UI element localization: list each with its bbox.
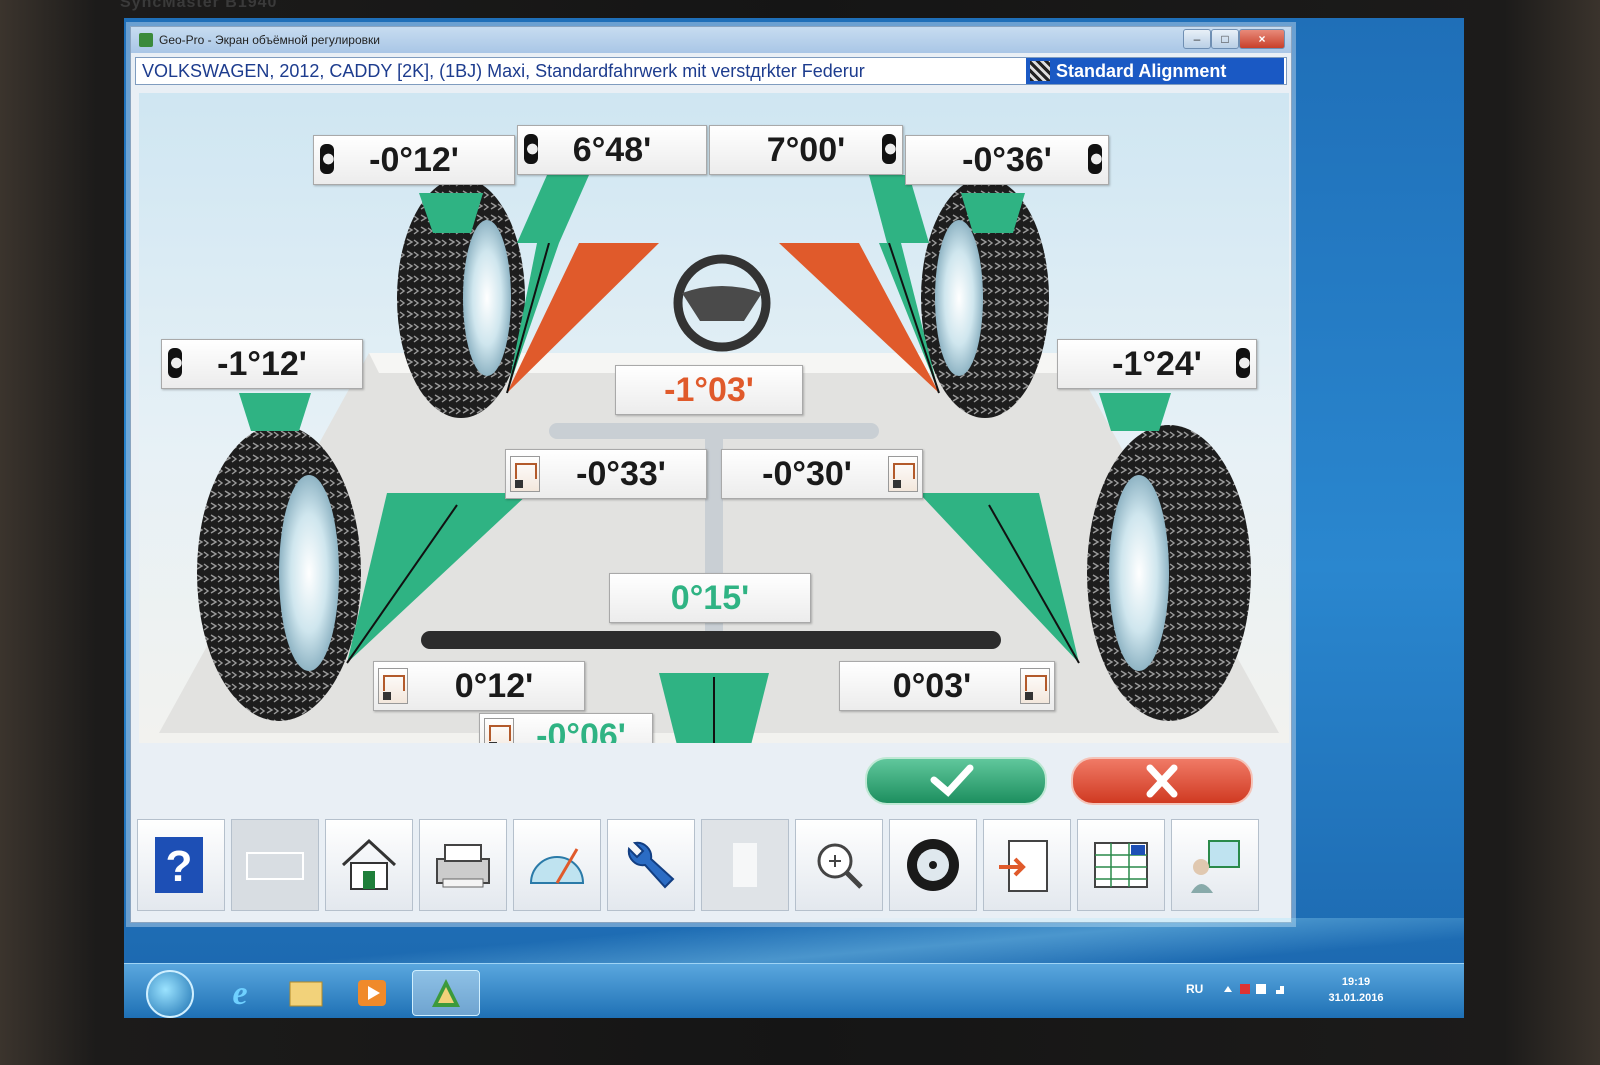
- clipboard-icon: [999, 840, 1048, 892]
- front-right-caster-indicator: [869, 175, 929, 243]
- adjustment-icon: [888, 456, 918, 492]
- disabled-icon: [733, 843, 757, 887]
- close-button[interactable]: ×: [1239, 29, 1285, 49]
- front-right-toe-box: -0°30': [721, 449, 923, 499]
- zoom-icon: [817, 843, 863, 889]
- rear-left-toe-box: 0°12': [373, 661, 585, 711]
- app-icon: [139, 33, 153, 47]
- adjustment-icon: [378, 668, 408, 704]
- minimize-button[interactable]: –: [1183, 29, 1211, 49]
- media-player-icon: [358, 980, 386, 1006]
- taskbar-ie-button[interactable]: e: [212, 970, 268, 1014]
- vehicle-description: VOLKSWAGEN, 2012, CADDY [2K], (1BJ) Maxi…: [142, 61, 865, 81]
- front-right-camber-box: -0°36': [905, 135, 1109, 185]
- wheel-icon: [907, 839, 959, 891]
- monitor-bezel: SyncMaster B1940 Geo-Pro - Экран объёмно…: [0, 0, 1600, 1065]
- steering-wheel-icon: [673, 254, 771, 352]
- thrust-icon: [484, 718, 514, 743]
- rear-right-toe-box: 0°03': [839, 661, 1055, 711]
- system-tray[interactable]: [1222, 980, 1292, 998]
- alignment-canvas: -0°12' 6°48' 7°00' -0°36' -1°12' -1°24' …: [139, 93, 1289, 743]
- vehicle-bar: VOLKSWAGEN, 2012, CADDY [2K], (1BJ) Maxi…: [135, 57, 1287, 85]
- report-button[interactable]: [983, 819, 1071, 911]
- print-button[interactable]: [419, 819, 507, 911]
- vehicle-diagram: [159, 175, 1279, 743]
- program-badge[interactable]: Standard Alignment: [1026, 58, 1284, 84]
- disabled-button[interactable]: [701, 819, 789, 911]
- cancel-button[interactable]: [1071, 757, 1253, 805]
- front-total-toe-box: -1°03': [615, 365, 803, 415]
- svg-text:?: ?: [166, 842, 193, 891]
- title-bar: Geo-Pro - Экран объёмной регулировки – □…: [131, 27, 1291, 53]
- spreadsheet-icon: [1094, 842, 1148, 888]
- rear-right-wheel: [1087, 425, 1251, 721]
- zoom-button[interactable]: [795, 819, 883, 911]
- x-icon: [1146, 764, 1178, 798]
- svg-text:e: e: [232, 975, 247, 1012]
- front-left-camber-box: -0°12': [313, 135, 515, 185]
- rear-axle: [421, 631, 1001, 649]
- data-button[interactable]: [1077, 819, 1165, 911]
- protractor-button[interactable]: [513, 819, 601, 911]
- technician-button[interactable]: [1171, 819, 1259, 911]
- wheel-icon: [320, 144, 334, 174]
- desktop-screen: Geo-Pro - Экран объёмной регулировки – □…: [124, 18, 1464, 1018]
- front-left-caster-box: 6°48': [517, 125, 707, 175]
- taskbar-geopro-button[interactable]: [412, 970, 480, 1016]
- monitor-brand: SyncMaster B1940: [120, 0, 278, 11]
- help-button[interactable]: ?: [137, 819, 225, 911]
- program-name: Standard Alignment: [1056, 61, 1227, 81]
- geo-pro-icon: [432, 979, 460, 1007]
- wheel-icon: [882, 134, 896, 164]
- adjust-button[interactable]: [607, 819, 695, 911]
- front-right-caster-box: 7°00': [709, 125, 903, 175]
- clock-date[interactable]: 31.01.2016: [1316, 992, 1396, 1004]
- internet-explorer-icon: e: [232, 975, 247, 1012]
- folder-icon: [289, 981, 323, 1007]
- rear-left-camber-box: -1°12': [161, 339, 363, 389]
- blank-button[interactable]: [231, 819, 319, 911]
- adjustment-icon: [1020, 668, 1050, 704]
- wheel-button[interactable]: [889, 819, 977, 911]
- wheel-icon: [1088, 144, 1102, 174]
- checkmark-icon: [930, 764, 974, 797]
- rear-left-camber-indicator: [239, 393, 311, 431]
- technician-icon: [1191, 840, 1240, 893]
- rear-total-toe-box: 0°15': [609, 573, 811, 623]
- thrust-angle-box: -0°06': [479, 713, 653, 743]
- checker-icon: [1030, 61, 1050, 81]
- wheel-icon: [1236, 348, 1250, 378]
- printer-icon: [436, 844, 490, 888]
- rear-right-camber-indicator: [1099, 393, 1171, 431]
- wrench-icon: [627, 841, 675, 889]
- home-button[interactable]: [325, 819, 413, 911]
- taskbar: e RU 19:19 31.01.2016: [124, 963, 1464, 1018]
- protractor-icon: [529, 848, 585, 884]
- taskbar-explorer-button[interactable]: [278, 970, 334, 1014]
- clock-time[interactable]: 19:19: [1316, 976, 1396, 988]
- language-indicator[interactable]: RU: [1186, 982, 1203, 996]
- taskbar-media-button[interactable]: [344, 970, 400, 1014]
- toolbar: ?: [135, 819, 1283, 915]
- start-button[interactable]: [146, 970, 194, 1018]
- maximize-button[interactable]: □: [1211, 29, 1239, 49]
- window-title: Geo-Pro - Экран объёмной регулировки: [159, 33, 380, 47]
- rear-left-wheel: [197, 425, 361, 721]
- rear-right-camber-box: -1°24': [1057, 339, 1257, 389]
- adjustment-icon: [510, 456, 540, 492]
- front-left-toe-box: -0°33': [505, 449, 707, 499]
- home-icon: [341, 838, 397, 890]
- app-window: Geo-Pro - Экран объёмной регулировки – □…: [130, 26, 1292, 923]
- wheel-icon: [524, 134, 538, 164]
- confirm-button[interactable]: [865, 757, 1047, 805]
- tray-icons: [1224, 984, 1284, 994]
- front-left-caster-indicator: [517, 175, 589, 243]
- blank-icon: [246, 852, 304, 880]
- wheel-icon: [168, 348, 182, 378]
- help-icon: ?: [155, 837, 203, 893]
